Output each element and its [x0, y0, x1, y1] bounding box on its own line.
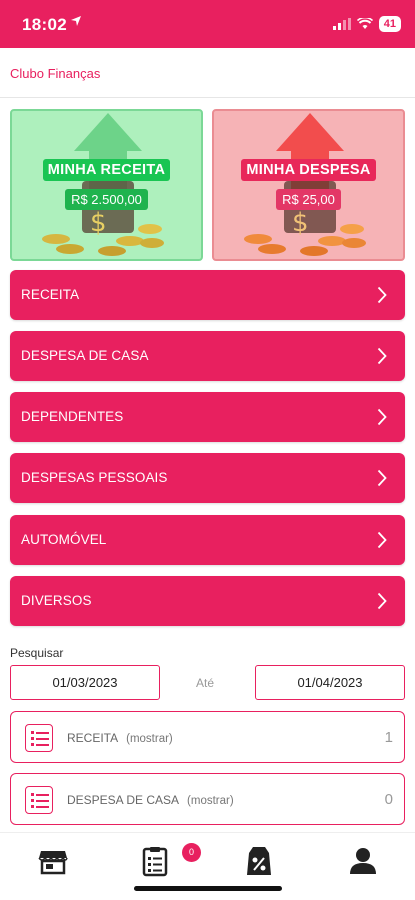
menu-item-label: AUTOMÓVEL — [21, 532, 107, 547]
list-icon — [25, 724, 53, 752]
money-down-arrow-icon: $ — [244, 113, 366, 256]
status-indicators: 41 — [332, 16, 401, 32]
status-bar: 18:02 41 — [0, 0, 415, 48]
app-header: Clubo Finanças — [0, 48, 415, 98]
svg-text:$: $ — [292, 208, 309, 238]
income-card[interactable]: $ MINHA RECEITA R$ 2.500,00 — [10, 109, 203, 261]
home-indicator — [134, 886, 282, 891]
money-up-arrow-icon: $ — [42, 113, 164, 256]
date-to-field[interactable]: 01/04/2023 — [255, 665, 405, 700]
chevron-right-icon — [377, 469, 387, 487]
show-link[interactable]: (mostrar) — [126, 733, 173, 745]
expense-card-value: R$ 25,00 — [276, 189, 341, 210]
date-range-separator: Até — [196, 676, 215, 690]
location-arrow-icon — [71, 16, 81, 26]
menu-item-label: RECEITA — [21, 287, 80, 302]
menu-item-automovel[interactable]: AUTOMÓVEL — [10, 515, 405, 565]
menu-item-label: DIVERSOS — [21, 593, 92, 608]
menu-item-dependentes[interactable]: DEPENDENTES — [10, 392, 405, 442]
menu-item-label: DESPESA DE CASA — [21, 348, 149, 363]
chevron-right-icon — [377, 347, 387, 365]
summary-row-name: RECEITA — [67, 731, 119, 745]
summary-row-despesa-de-casa[interactable]: DESPESA DE CASA (mostrar) 0 — [10, 773, 405, 825]
chevron-right-icon — [377, 408, 387, 426]
menu-item-despesa-de-casa[interactable]: DESPESA DE CASA — [10, 331, 405, 381]
expense-card-title: MINHA DESPESA — [241, 159, 376, 181]
summary-row-count: 1 — [384, 729, 393, 746]
chevron-right-icon — [377, 286, 387, 304]
summary-row-name: DESPESA DE CASA — [67, 793, 180, 807]
menu-item-despesas-pessoais[interactable]: DESPESAS PESSOAIS — [10, 453, 405, 503]
user-icon[interactable] — [347, 845, 379, 877]
list-icon — [25, 786, 53, 814]
income-card-title: MINHA RECEITA — [42, 159, 171, 181]
chevron-right-icon — [377, 592, 387, 610]
store-icon[interactable] — [37, 845, 69, 877]
chevron-right-icon — [377, 531, 387, 549]
clipboard-list-icon[interactable] — [139, 845, 171, 877]
date-from-field[interactable]: 01/03/2023 — [10, 665, 160, 700]
summary-row-receita[interactable]: RECEITA (mostrar) 1 — [10, 711, 405, 763]
summary-row-count: 0 — [384, 791, 393, 808]
wifi-icon — [356, 18, 373, 29]
signal-icon — [332, 18, 351, 30]
battery-indicator: 41 — [378, 16, 401, 32]
discount-tag-icon[interactable] — [243, 845, 275, 877]
menu-item-receita[interactable]: RECEITA — [10, 270, 405, 320]
expense-card[interactable]: $ MINHA DESPESA R$ 25,00 — [212, 109, 405, 261]
income-card-value: R$ 2.500,00 — [65, 189, 148, 210]
menu-item-label: DESPESAS PESSOAIS — [21, 470, 168, 485]
show-link[interactable]: (mostrar) — [187, 795, 234, 807]
status-time: 18:02 — [22, 15, 67, 34]
search-label: Pesquisar — [10, 646, 64, 660]
svg-text:$: $ — [90, 208, 107, 238]
menu-item-diversos[interactable]: DIVERSOS — [10, 576, 405, 626]
app-title: Clubo Finanças — [10, 66, 101, 81]
notification-badge: 0 — [182, 843, 201, 862]
menu-item-label: DEPENDENTES — [21, 409, 124, 424]
